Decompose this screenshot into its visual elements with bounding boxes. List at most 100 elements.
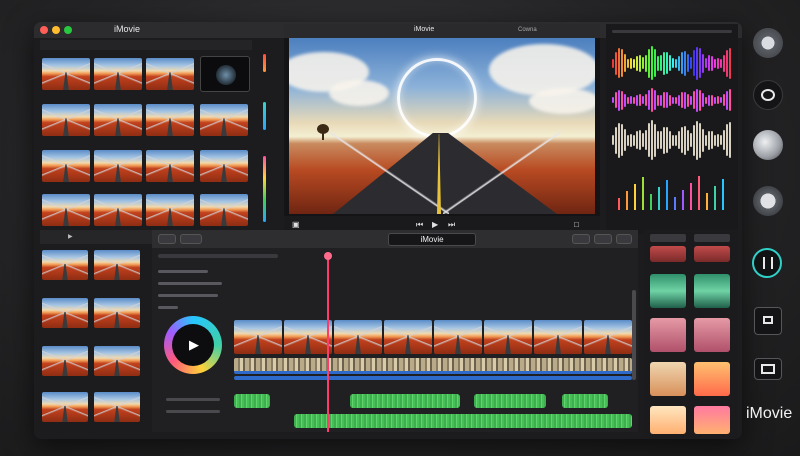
effect-swatch[interactable] (650, 406, 686, 434)
dock-camera-icon[interactable] (753, 28, 783, 58)
video-track[interactable] (234, 320, 632, 354)
app-title: iMovie (114, 24, 141, 34)
timeline-clip[interactable] (434, 320, 482, 354)
audio-clip[interactable] (562, 394, 608, 408)
toolbar-button[interactable] (180, 234, 202, 244)
clip-thumbnail[interactable] (42, 346, 88, 376)
camera-preview[interactable] (200, 56, 250, 92)
viewer-tab-label: Cowna (518, 27, 537, 33)
audio-clip[interactable] (350, 394, 460, 408)
toolbar-button[interactable] (158, 234, 176, 244)
media-thumbnail[interactable] (42, 58, 90, 90)
media-thumbnail[interactable] (200, 194, 248, 226)
media-thumbnail[interactable] (146, 194, 194, 226)
media-thumbnail[interactable] (94, 104, 142, 136)
timeline-clip[interactable] (334, 320, 382, 354)
waveform-bar (663, 51, 665, 75)
audio-waveform-colorful[interactable] (612, 46, 732, 80)
timeline-clip[interactable] (484, 320, 532, 354)
timeline-clip[interactable] (534, 320, 582, 354)
clip-thumbnail[interactable] (42, 250, 88, 280)
clip-thumbnail[interactable] (42, 298, 88, 328)
effect-swatch[interactable] (650, 246, 686, 262)
zoom-window-button[interactable] (64, 26, 72, 34)
video-preview[interactable] (289, 38, 595, 214)
media-thumbnail[interactable] (200, 104, 248, 136)
audio-clip[interactable] (234, 394, 270, 408)
dock-photo-icon[interactable] (754, 307, 782, 335)
zoom-icon[interactable]: □ (574, 220, 579, 229)
dock-moon-icon[interactable] (753, 130, 783, 160)
toolbar-button[interactable] (594, 234, 612, 244)
play-icon[interactable]: ▶ (189, 337, 199, 353)
close-window-button[interactable] (40, 26, 48, 34)
timeline-clip[interactable] (234, 320, 282, 354)
media-thumbnail[interactable] (94, 150, 142, 182)
waveform-bar (714, 58, 716, 68)
play-icon[interactable]: ▶ (432, 220, 438, 229)
waveform-bar (726, 90, 728, 110)
effect-swatch[interactable] (694, 318, 730, 352)
waveform-bar (705, 58, 707, 68)
waveform-bar (660, 131, 662, 149)
minimize-window-button[interactable] (52, 26, 60, 34)
waveform-bar (717, 96, 719, 104)
waveform-bar (675, 134, 677, 146)
clip-thumbnail[interactable] (94, 298, 140, 328)
fullscreen-icon[interactable]: ▣ (292, 220, 300, 229)
media-thumbnail[interactable] (200, 150, 248, 182)
effects-tab[interactable] (650, 234, 686, 242)
effect-swatch[interactable] (650, 362, 686, 396)
timeline-scrollbar[interactable] (632, 290, 636, 380)
media-thumbnail[interactable] (94, 194, 142, 226)
cloud (529, 88, 595, 114)
effect-swatch[interactable] (694, 246, 730, 262)
media-thumbnail[interactable] (146, 58, 194, 90)
dock-music-icon[interactable] (752, 248, 782, 278)
effect-swatch[interactable] (650, 318, 686, 352)
dock-layout-icon[interactable] (754, 358, 782, 380)
waveform-bar (726, 124, 728, 156)
audio-waveform-pink[interactable] (612, 88, 732, 112)
skip-forward-icon[interactable]: ⏭ (448, 220, 455, 230)
waveform-bar (711, 55, 713, 71)
playhead[interactable] (327, 256, 329, 432)
slider-track[interactable] (166, 398, 220, 401)
toolbar-button[interactable] (616, 234, 632, 244)
audio-waveform-neutral[interactable] (612, 120, 732, 160)
timeline-title[interactable]: iMovie (388, 233, 476, 246)
clip-thumbnail[interactable] (94, 250, 140, 280)
timeline-clip[interactable] (284, 320, 332, 354)
waveform-bar (651, 120, 653, 160)
audio-track[interactable] (234, 358, 632, 374)
media-thumbnail[interactable] (146, 104, 194, 136)
equalizer[interactable] (618, 174, 728, 210)
playhead-handle[interactable] (324, 252, 332, 260)
waveform-bar (723, 54, 725, 72)
clip-thumbnail[interactable] (94, 346, 140, 376)
slider-track[interactable] (166, 410, 220, 413)
effects-tab[interactable] (694, 234, 730, 242)
clip-thumbnail[interactable] (42, 392, 88, 422)
effect-swatch[interactable] (650, 274, 686, 308)
effect-swatch[interactable] (694, 362, 730, 396)
audio-clip[interactable] (474, 394, 546, 408)
cloud (329, 80, 389, 106)
effect-swatch[interactable] (694, 274, 730, 308)
dock-speed-icon[interactable] (753, 80, 783, 110)
media-thumbnail[interactable] (42, 194, 90, 226)
toolbar-button[interactable] (572, 234, 590, 244)
media-thumbnail[interactable] (42, 150, 90, 182)
skip-back-icon[interactable]: ⏮ (416, 220, 423, 230)
media-thumbnail[interactable] (94, 58, 142, 90)
effect-swatch[interactable] (694, 406, 730, 434)
audio-clip[interactable] (294, 414, 632, 428)
waveform-bar (717, 57, 719, 69)
clip-thumbnail[interactable] (94, 392, 140, 422)
timeline-clip[interactable] (384, 320, 432, 354)
play-icon[interactable]: ▶ (68, 233, 73, 240)
media-thumbnail[interactable] (146, 150, 194, 182)
timeline-clip[interactable] (584, 320, 632, 354)
dock-record-icon[interactable] (753, 186, 783, 216)
media-thumbnail[interactable] (42, 104, 90, 136)
